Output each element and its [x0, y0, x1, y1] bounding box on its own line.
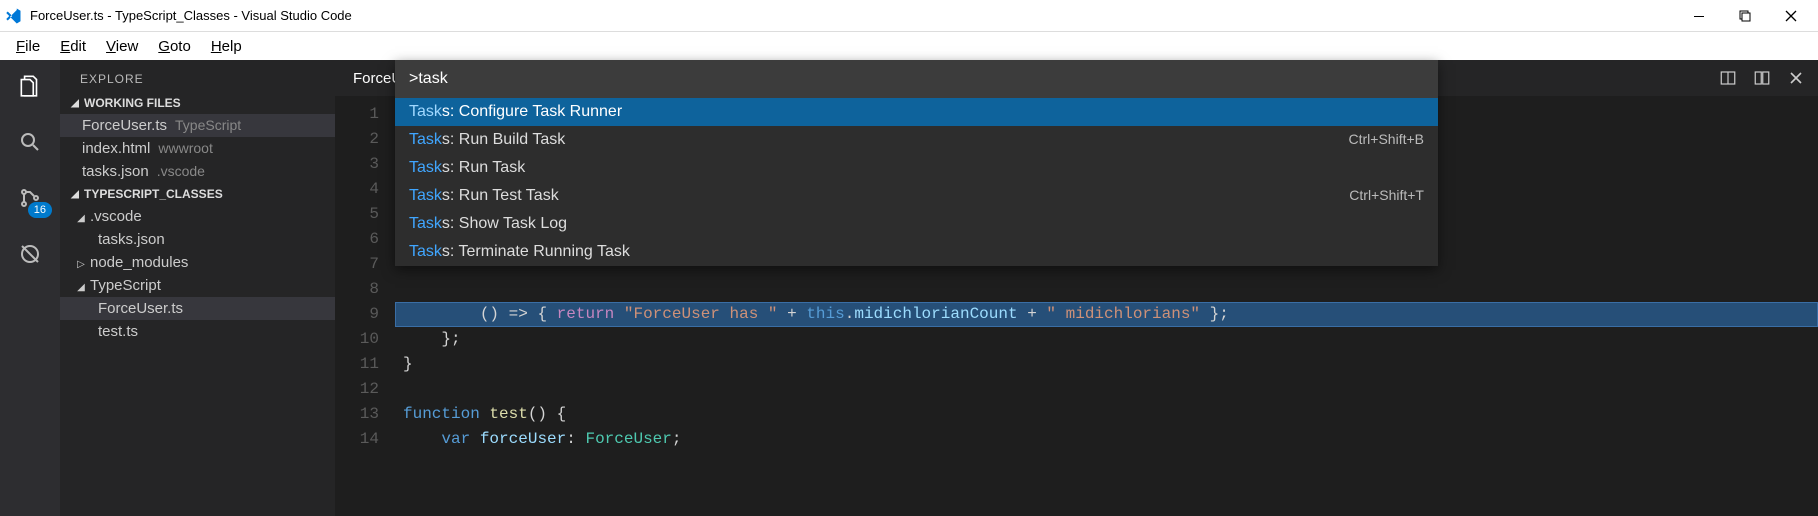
- match-text: Task: [409, 159, 442, 176]
- explorer-sidebar: EXPLORE ◢ WORKING FILES ForceUser.ts Typ…: [60, 60, 335, 516]
- file-name: ForceUser.ts: [82, 117, 167, 134]
- menu-goto[interactable]: Goto: [148, 36, 201, 57]
- item-rest: s: Terminate Running Task: [442, 243, 630, 260]
- folder-label: .vscode: [90, 208, 142, 225]
- working-files-label: WORKING FILES: [84, 96, 181, 110]
- file-label: test.ts: [98, 323, 138, 340]
- project-header[interactable]: ◢ TYPESCRIPT_CLASSES: [60, 183, 335, 205]
- working-files-list: ForceUser.ts TypeScript index.html wwwro…: [60, 114, 335, 183]
- match-text: Task: [409, 243, 442, 260]
- palette-item-run-test-task[interactable]: Tasks: Run Test Task Ctrl+Shift+T: [395, 182, 1438, 210]
- palette-item-run-build-task[interactable]: Tasks: Run Build Task Ctrl+Shift+B: [395, 126, 1438, 154]
- item-rest: s: Run Test Task: [442, 187, 559, 204]
- menu-edit[interactable]: Edit: [50, 36, 96, 57]
- window-controls: [1676, 2, 1814, 30]
- folder-label: TypeScript: [90, 277, 161, 294]
- window-title: ForceUser.ts - TypeScript_Classes - Visu…: [30, 8, 352, 23]
- file-label: tasks.json: [98, 231, 165, 248]
- item-rest: s: Run Build Task: [442, 131, 565, 148]
- folder-vscode[interactable]: ◢ .vscode: [60, 205, 335, 228]
- match-text: Task: [409, 187, 442, 204]
- shortcut: Ctrl+Shift+B: [1349, 131, 1424, 149]
- split-editor-icon[interactable]: [1718, 68, 1738, 88]
- search-icon[interactable]: [14, 126, 46, 158]
- menu-file[interactable]: File: [6, 36, 50, 57]
- main-area: 16 EXPLORE ◢ WORKING FILES ForceUser.ts …: [0, 60, 1818, 516]
- vscode-icon: [4, 7, 22, 25]
- file-forceuser-ts[interactable]: ForceUser.ts: [60, 297, 335, 320]
- item-rest: s: Run Task: [442, 159, 525, 176]
- debug-icon[interactable]: [14, 238, 46, 270]
- pin-icon[interactable]: [1752, 68, 1772, 88]
- match-text: Task: [409, 131, 442, 148]
- explorer-icon[interactable]: [14, 70, 46, 102]
- line-number: 3: [335, 152, 395, 177]
- activity-bar: 16: [0, 60, 60, 516]
- line-number: 2: [335, 127, 395, 152]
- command-palette: Tasks: Configure Task Runner Tasks: Run …: [395, 60, 1438, 266]
- chevron-down-icon: ◢: [76, 282, 86, 293]
- file-tasks-json[interactable]: tasks.json: [60, 228, 335, 251]
- minimize-button[interactable]: [1676, 2, 1722, 30]
- file-label: ForceUser.ts: [98, 300, 183, 317]
- line-number: 10: [335, 327, 395, 352]
- match-text: Task: [409, 215, 442, 232]
- folder-label: node_modules: [90, 254, 188, 271]
- line-number: 5: [335, 202, 395, 227]
- palette-item-show-task-log[interactable]: Tasks: Show Task Log: [395, 210, 1438, 238]
- git-icon[interactable]: 16: [14, 182, 46, 214]
- close-editor-icon[interactable]: [1786, 68, 1806, 88]
- palette-item-configure-task-runner[interactable]: Tasks: Configure Task Runner: [395, 98, 1438, 126]
- file-name: tasks.json: [82, 163, 149, 180]
- shortcut: Ctrl+Shift+T: [1349, 187, 1424, 205]
- line-number: 7: [335, 252, 395, 277]
- working-file-item[interactable]: index.html wwwroot: [60, 137, 335, 160]
- chevron-down-icon: ◢: [70, 189, 80, 200]
- menu-help[interactable]: Help: [201, 36, 252, 57]
- line-number: 14: [335, 427, 395, 452]
- line-number: 9: [335, 302, 395, 327]
- item-rest: s: Show Task Log: [442, 215, 567, 232]
- line-number: 6: [335, 227, 395, 252]
- sidebar-title: EXPLORE: [60, 60, 335, 92]
- maximize-button[interactable]: [1722, 2, 1768, 30]
- item-rest: s: Configure Task Runner: [442, 103, 622, 120]
- chevron-right-icon: ▷: [76, 259, 86, 270]
- command-palette-input[interactable]: [403, 66, 1430, 92]
- close-button[interactable]: [1768, 2, 1814, 30]
- line-number: 1: [335, 102, 395, 127]
- file-name: index.html: [82, 140, 150, 157]
- file-desc: wwwroot: [158, 140, 212, 156]
- editor-area: ForceU 1c 2 3 4 5 6 7 8 9 (: [335, 60, 1818, 516]
- file-desc: TypeScript: [175, 117, 241, 133]
- chevron-down-icon: ◢: [76, 213, 86, 224]
- chevron-down-icon: ◢: [70, 98, 80, 109]
- file-desc: .vscode: [157, 163, 205, 179]
- working-file-item[interactable]: ForceUser.ts TypeScript: [60, 114, 335, 137]
- palette-item-run-task[interactable]: Tasks: Run Task: [395, 154, 1438, 182]
- palette-item-terminate-running-task[interactable]: Tasks: Terminate Running Task: [395, 238, 1438, 266]
- line-number: 12: [335, 377, 395, 402]
- folder-node-modules[interactable]: ▷ node_modules: [60, 251, 335, 274]
- title-bar: ForceUser.ts - TypeScript_Classes - Visu…: [0, 0, 1818, 32]
- line-number: 8: [335, 277, 395, 302]
- working-files-header[interactable]: ◢ WORKING FILES: [60, 92, 335, 114]
- menu-view[interactable]: View: [96, 36, 148, 57]
- project-label: TYPESCRIPT_CLASSES: [84, 187, 223, 201]
- line-number: 11: [335, 352, 395, 377]
- file-test-ts[interactable]: test.ts: [60, 320, 335, 343]
- match-text: Task: [409, 103, 442, 120]
- project-tree: ◢ .vscode tasks.json ▷ node_modules ◢ Ty…: [60, 205, 335, 343]
- working-file-item[interactable]: tasks.json .vscode: [60, 160, 335, 183]
- menu-bar: File Edit View Goto Help: [0, 32, 1818, 60]
- folder-typescript[interactable]: ◢ TypeScript: [60, 274, 335, 297]
- line-number: 13: [335, 402, 395, 427]
- git-badge: 16: [28, 202, 52, 218]
- command-palette-results: Tasks: Configure Task Runner Tasks: Run …: [395, 98, 1438, 266]
- line-number: 4: [335, 177, 395, 202]
